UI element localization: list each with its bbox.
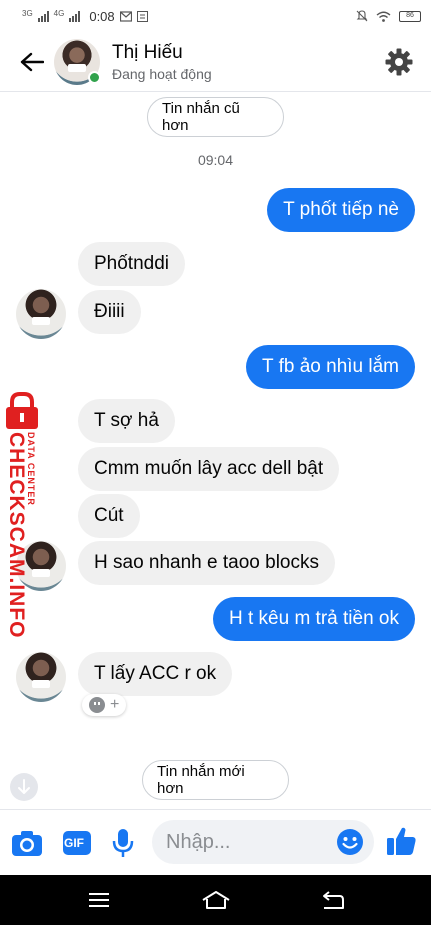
return-icon: [322, 891, 344, 909]
message-input-box[interactable]: [152, 820, 374, 864]
network-label-2: 4G: [53, 8, 65, 18]
menu-icon: [88, 893, 109, 907]
microphone-icon: [112, 829, 134, 857]
status-left: 3G 4G 0:08: [22, 9, 148, 24]
signal-icon: [37, 10, 49, 22]
status-bar: 3G 4G 0:08 86: [0, 0, 431, 32]
plus-icon: +: [109, 696, 120, 713]
message-bubble-out[interactable]: T fb ảo nhìu lắm: [246, 345, 415, 389]
settings-button[interactable]: [383, 46, 415, 78]
gif-label: GIF: [64, 836, 84, 850]
older-messages-button[interactable]: Tin nhắn cũ hơn: [147, 97, 284, 137]
thumbs-up-icon: [387, 827, 416, 855]
camera-button[interactable]: [10, 826, 44, 860]
network-label-1: 3G: [22, 8, 33, 18]
gear-icon: [385, 48, 413, 75]
home-button[interactable]: [196, 880, 236, 920]
gif-button[interactable]: GIF: [60, 826, 94, 860]
signal-icon: [69, 10, 81, 22]
lock-icon: [6, 392, 38, 429]
message-input[interactable]: [166, 830, 316, 854]
message-list[interactable]: Tin nhắn cũ hơn 09:04 T phốt tiếp nè Phố…: [0, 92, 431, 809]
scroll-down-icon: [18, 779, 30, 794]
status-time: 0:08: [89, 8, 115, 24]
home-icon: [201, 891, 230, 909]
status-right: 86: [356, 10, 421, 22]
message-bubble-in[interactable]: Điiii: [78, 290, 141, 334]
notification-icon: [136, 10, 148, 22]
watermark-main: CHECKSCAM.INFO: [5, 432, 28, 639]
back-arrow-icon: [20, 52, 44, 71]
menu-button[interactable]: [79, 880, 119, 920]
contact-info[interactable]: Thị Hiếu Đang hoạt động: [112, 42, 212, 82]
message-bubble-in[interactable]: T lấy ACC r ok: [78, 652, 233, 696]
back-button[interactable]: [12, 42, 52, 82]
scroll-down-button[interactable]: [10, 773, 38, 801]
voice-button[interactable]: [106, 826, 140, 860]
message-bubble-in[interactable]: Cút: [78, 494, 140, 538]
contact-name: Thị Hiếu: [112, 41, 183, 63]
message-bubble-out[interactable]: H t kêu m trả tiền ok: [212, 597, 415, 641]
conversation-header: Thị Hiếu Đang hoạt động: [0, 32, 431, 92]
contact-status: Đang hoạt động: [112, 65, 212, 82]
message-bubble-in[interactable]: H sao nhanh e taoo blocks: [78, 541, 335, 585]
back-nav-button[interactable]: [313, 880, 353, 920]
contact-avatar[interactable]: [54, 38, 101, 85]
wifi-icon: [376, 11, 391, 22]
message-bubble-in[interactable]: Cmm muốn lây acc dell bật: [78, 447, 340, 491]
camera-icon: [12, 831, 42, 856]
composer: GIF: [0, 809, 431, 875]
emoji-icon[interactable]: [336, 828, 364, 856]
watermark: CHECKSCAM.INFO DATA CENTER: [0, 392, 50, 639]
add-reaction-button[interactable]: +: [82, 694, 126, 716]
newer-messages-button[interactable]: Tin nhắn mới hơn: [142, 760, 289, 800]
emoji-face-icon: [88, 697, 105, 713]
sender-avatar[interactable]: [16, 652, 66, 702]
mute-icon: [356, 10, 368, 22]
watermark-sub: DATA CENTER: [26, 432, 36, 506]
battery-icon: 86: [399, 10, 421, 22]
message-bubble-in[interactable]: Phốtnddi: [78, 242, 186, 286]
online-indicator: [88, 70, 101, 84]
message-bubble-out[interactable]: T phốt tiếp nè: [267, 188, 415, 232]
message-timestamp: 09:04: [197, 152, 234, 168]
mail-icon: [119, 10, 132, 22]
message-bubble-in[interactable]: T sợ hả: [78, 399, 175, 443]
sender-avatar[interactable]: [16, 289, 66, 339]
system-nav-bar: [0, 875, 431, 925]
like-button[interactable]: [384, 824, 418, 858]
